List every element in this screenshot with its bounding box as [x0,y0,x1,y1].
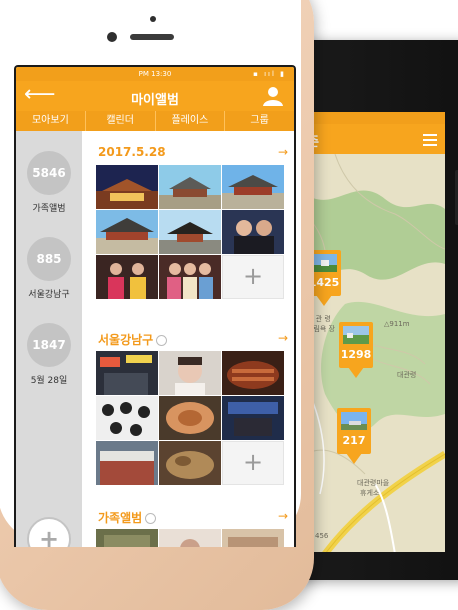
arrow-right-icon[interactable]: → [278,145,288,159]
map-label: 대관령 [397,371,417,379]
arrow-right-icon[interactable]: → [278,509,288,523]
photo-thumbnail[interactable] [159,529,221,547]
photo-thumbnail[interactable] [96,255,158,299]
photo-thumbnail[interactable] [222,165,284,209]
tab-groups[interactable]: 그룹 [225,111,294,131]
album-app-screen: PM 13:30 ▪ ııl ▮ ⟵ 마이앨범 모아보기 캘린더 플레이스 그룹… [14,65,296,547]
map-app-screen: 존 대 관 령 삼림욕 장 대관령 대관령마을 휴게소 △911m 456 14… [305,112,445,552]
section-title-row: 서울강남구 [98,331,168,348]
map-label: △911m [384,320,410,328]
app-bar: ⟵ 마이앨범 [16,81,294,111]
arrow-right-icon[interactable]: → [278,331,288,345]
photo-thumbnail[interactable] [159,441,221,485]
status-bar: PM 13:30 ▪ ııl ▮ [16,67,294,81]
album-count: 885 [27,237,71,281]
pin-count: 1298 [340,348,372,361]
map-photo-pin[interactable]: 217 [337,408,371,466]
photo-thumbnail[interactable] [159,255,221,299]
sidebar-item-may-28[interactable]: 1847 5월 28일 [16,323,82,386]
section-title: 서울강남구 [98,333,154,347]
photo-thumbnail[interactable] [222,529,284,547]
sidebar-item-label: 가족앨범 [32,204,66,214]
photo-grid: + [96,165,284,299]
sidebar-item-label: 5월 28일 [30,376,68,386]
front-camera [107,32,117,42]
menu-icon[interactable] [423,134,437,149]
photo-thumbnail[interactable] [96,441,158,485]
photo-thumbnail[interactable] [159,396,221,440]
map-app-bar: 존 [305,124,445,154]
tab-bar: 모아보기 캘린더 플레이스 그룹 [16,111,294,131]
group-icon [145,513,157,524]
add-album-button[interactable]: + [16,517,82,547]
photo-thumbnail[interactable] [159,351,221,395]
section-title: 2017.5.28 [98,145,166,159]
map-label: 대관령마을 [357,479,390,487]
photo-thumbnail[interactable] [159,165,221,209]
location-pin-icon [156,335,168,346]
photo-thumbnail[interactable] [222,210,284,254]
pin-count: 217 [342,434,366,447]
plus-icon: + [27,517,71,547]
add-photo-button[interactable]: + [222,441,284,485]
pin-thumbnail [341,412,367,430]
proximity-sensor [150,16,156,22]
album-count: 5846 [27,151,71,195]
earpiece-speaker [130,34,174,40]
section-title-row: 가족앨범 [98,509,157,526]
photo-thumbnail[interactable] [96,351,158,395]
photo-grid [96,529,284,547]
album-sidebar: 5846 가족앨범 885 서울강남구 1847 5월 28일 + [16,131,82,547]
album-feed: 2017.5.28 → + 서울강남구 → + 가족앨범 → [82,131,294,547]
tab-calendar[interactable]: 캘린더 [86,111,156,131]
map-label: 456 [315,532,329,540]
pin-thumbnail [343,326,369,344]
map-status-bar [305,112,445,124]
section-title: 가족앨범 [98,511,143,525]
photo-thumbnail[interactable] [96,529,158,547]
signal-icon: ▪ ııl ▮ [253,70,286,78]
photo-grid: + [96,351,284,485]
page-title: 마이앨범 [131,93,179,108]
add-photo-button[interactable]: + [222,255,284,299]
tab-places[interactable]: 플레이스 [156,111,226,131]
map-photo-pin[interactable]: 1298 [339,322,373,380]
pin-thumbnail [311,254,337,272]
photo-thumbnail[interactable] [96,165,158,209]
sidebar-item-gangnam[interactable]: 885 서울강남구 [16,237,82,300]
photo-thumbnail[interactable] [222,396,284,440]
tab-overview[interactable]: 모아보기 [16,111,86,131]
photo-thumbnail[interactable] [222,351,284,395]
map-label: 휴게소 [360,489,380,497]
photo-thumbnail[interactable] [96,210,158,254]
photo-thumbnail[interactable] [96,396,158,440]
profile-icon[interactable] [262,85,284,107]
sidebar-item-label: 서울강남구 [28,290,70,300]
album-count: 1847 [27,323,71,367]
sidebar-item-family-album[interactable]: 5846 가족앨범 [16,151,82,214]
photo-thumbnail[interactable] [159,210,221,254]
